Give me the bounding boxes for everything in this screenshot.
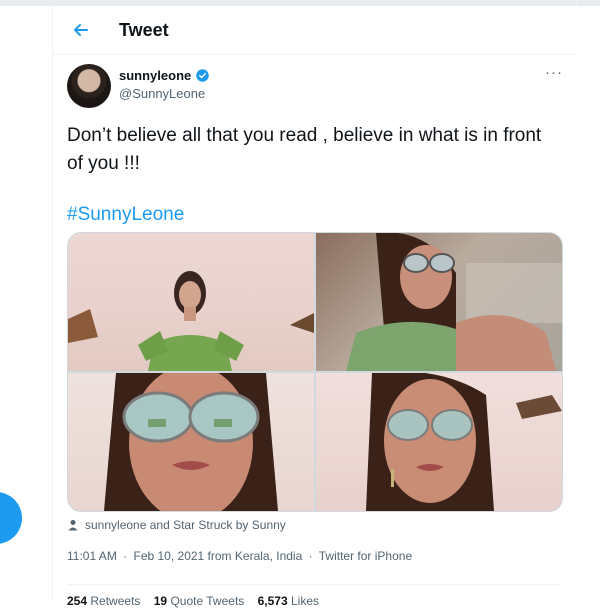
like-count-link[interactable]: 6,573 Likes	[258, 594, 319, 608]
arrow-left-icon	[74, 24, 88, 36]
photo-2[interactable]	[316, 233, 562, 371]
photo-1[interactable]	[68, 233, 314, 371]
meta-separator: ·	[308, 549, 313, 563]
tagged-people-row[interactable]: sunnyleone and Star Struck by Sunny	[67, 518, 286, 532]
author-display-name[interactable]: sunnyleone	[119, 68, 191, 83]
verified-badge-icon	[196, 69, 209, 82]
meta-separator: ·	[123, 549, 128, 563]
tweet-time[interactable]: 11:01 AM	[67, 549, 117, 563]
avatar[interactable]	[67, 64, 111, 108]
hashtag-link[interactable]: #SunnyLeone	[67, 204, 184, 226]
tweet-detail-column: Tweet sunnyleone @SunnyLeone ··· Don’t b…	[52, 6, 577, 608]
author-handle[interactable]: @SunnyLeone	[119, 86, 205, 101]
quote-label: Quote Tweets	[170, 594, 245, 608]
quote-count: 19	[153, 594, 168, 608]
author-name-row[interactable]: sunnyleone	[119, 68, 210, 83]
person-icon	[68, 520, 78, 531]
tweet-source[interactable]: Twitter for iPhone	[319, 549, 412, 563]
retweet-count-link[interactable]: 254 Retweets	[67, 594, 140, 608]
tagged-people-text[interactable]: sunnyleone and Star Struck by Sunny	[85, 518, 286, 532]
page-title: Tweet	[119, 20, 169, 40]
tweet-meta: 11:01 AM · Feb 10, 2021 from Kerala, Ind…	[67, 549, 412, 563]
divider	[67, 584, 561, 585]
more-options-button[interactable]: ···	[545, 64, 563, 81]
tweet-date-location[interactable]: Feb 10, 2021 from Kerala, India	[134, 549, 303, 563]
page-header: Tweet	[53, 6, 577, 55]
like-label: Likes	[291, 594, 320, 608]
tweet-stats: 254 Retweets 19 Quote Tweets 6,573 Likes	[67, 594, 319, 608]
tweet-text: Don’t believe all that you read , believ…	[67, 125, 542, 174]
photo-4[interactable]	[316, 373, 562, 511]
retweet-count: 254	[67, 594, 88, 608]
quote-count-link[interactable]: 19 Quote Tweets	[154, 594, 245, 608]
retweet-label: Retweets	[90, 594, 141, 608]
media-grid	[67, 232, 563, 512]
back-button[interactable]	[67, 18, 95, 42]
compose-tweet-button[interactable]	[0, 492, 22, 544]
like-count: 6,573	[257, 594, 288, 608]
photo-3[interactable]	[68, 373, 314, 511]
